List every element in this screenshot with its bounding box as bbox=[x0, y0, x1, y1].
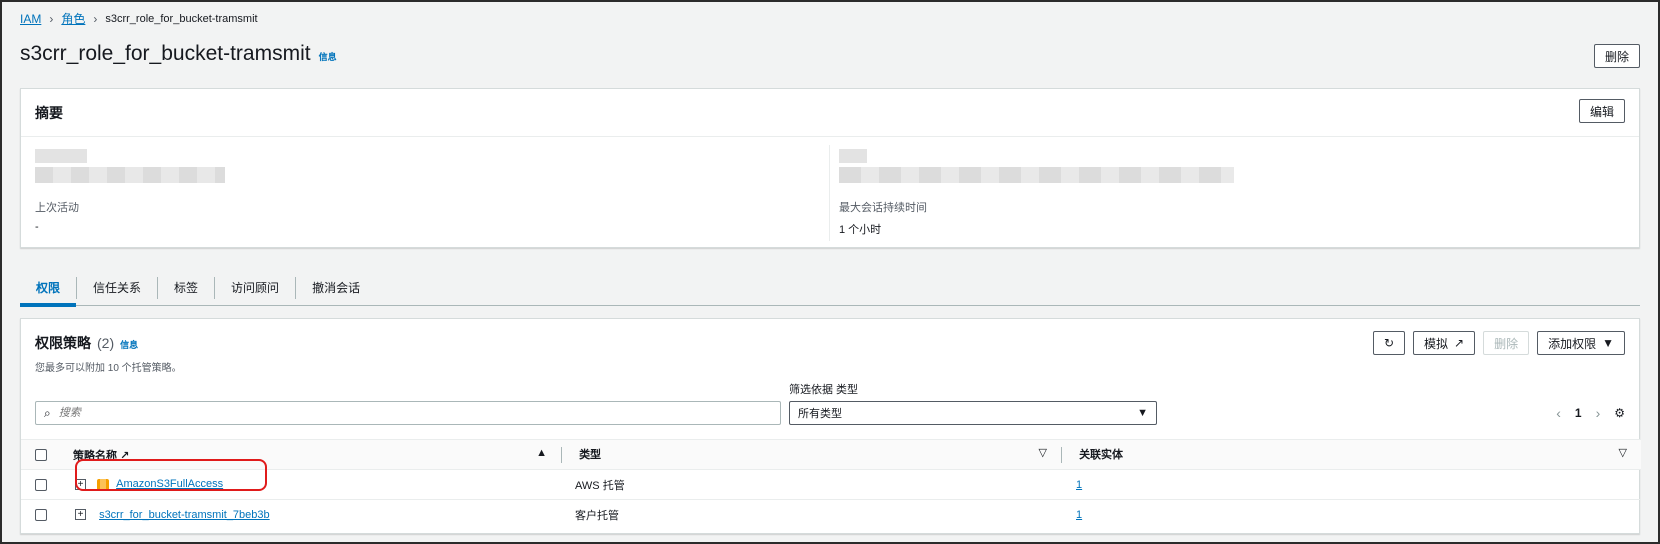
page-title: s3crr_role_for_bucket-tramsmit bbox=[20, 42, 311, 65]
external-link-icon: ↗ bbox=[1454, 336, 1465, 350]
chevron-right-icon[interactable]: › bbox=[1596, 405, 1601, 421]
tab-revoke-sessions[interactable]: 撤消会话 bbox=[295, 276, 376, 299]
sort-ascending-icon[interactable]: ▲ bbox=[536, 447, 547, 459]
search-icon: ⌕ bbox=[44, 405, 51, 420]
chevron-left-icon[interactable]: ‹ bbox=[1556, 405, 1561, 421]
summary-panel: 摘要 编辑 上次活动 - 最大会话持续时间 1 个小时 bbox=[20, 88, 1640, 248]
breadcrumb: IAM › 角色 › s3crr_role_for_bucket-tramsmi… bbox=[20, 10, 258, 27]
column-type[interactable]: 类型 bbox=[579, 449, 601, 461]
pagination: ‹ 1 › ⚙ bbox=[1556, 405, 1625, 421]
redacted-value bbox=[35, 167, 225, 183]
row-checkbox[interactable] bbox=[35, 508, 47, 521]
chevron-right-icon: › bbox=[93, 11, 98, 26]
attached-entities-link[interactable]: 1 bbox=[1076, 509, 1082, 521]
delete-role-button[interactable]: 删除 bbox=[1593, 44, 1640, 68]
expand-icon[interactable]: + bbox=[75, 479, 86, 491]
table-header-row: 策略名称 ↗ ▲ 类型 ▽ 关联实体 ▽ bbox=[21, 439, 1641, 470]
tab-access-advisor[interactable]: 访问顾问 bbox=[214, 276, 295, 299]
add-permissions-button[interactable]: 添加权限 ▼ bbox=[1537, 331, 1625, 355]
redacted-value bbox=[839, 167, 1234, 183]
table-row: + AmazonS3FullAccess AWS 托管 1 bbox=[21, 469, 1641, 500]
edit-button[interactable]: 编辑 bbox=[1578, 99, 1625, 123]
caret-down-icon: ▼ bbox=[1137, 407, 1148, 419]
max-session-label: 最大会话持续时间 bbox=[839, 202, 927, 214]
policies-table: 策略名称 ↗ ▲ 类型 ▽ 关联实体 ▽ + AmazonS3FullAcces… bbox=[21, 439, 1641, 530]
chevron-right-icon: › bbox=[49, 11, 54, 26]
column-policy-name[interactable]: 策略名称 bbox=[73, 450, 117, 462]
expand-icon[interactable]: + bbox=[75, 509, 86, 521]
tab-bar: 权限 信任关系 标签 访问顾问 撤消会话 bbox=[20, 270, 1640, 307]
tab-permissions[interactable]: 权限 bbox=[20, 277, 77, 307]
last-activity-field: 上次活动 - bbox=[35, 199, 79, 233]
policy-type: AWS 托管 bbox=[575, 479, 625, 492]
policy-type: 客户托管 bbox=[575, 509, 619, 522]
sort-icon[interactable]: ▽ bbox=[1619, 446, 1627, 459]
redacted-label bbox=[35, 149, 87, 163]
last-activity-label: 上次活动 bbox=[35, 202, 79, 214]
caret-down-icon: ▼ bbox=[1602, 336, 1614, 350]
external-link-icon: ↗ bbox=[120, 449, 130, 462]
policy-name-link[interactable]: s3crr_for_bucket-tramsmit_7beb3b bbox=[99, 509, 270, 521]
policies-count: (2) bbox=[97, 335, 115, 351]
policies-title: 权限策略 bbox=[35, 335, 91, 351]
search-input[interactable] bbox=[56, 406, 657, 420]
column-divider bbox=[829, 145, 830, 241]
policies-header: 权限策略 (2) 信息 bbox=[35, 333, 138, 353]
refresh-button[interactable]: ↻ bbox=[1372, 331, 1405, 355]
delete-policy-button[interactable]: 删除 bbox=[1483, 331, 1530, 355]
row-checkbox[interactable] bbox=[35, 478, 47, 491]
info-link[interactable]: 信息 bbox=[120, 338, 138, 351]
breadcrumb-iam[interactable]: IAM bbox=[20, 12, 41, 26]
refresh-icon: ↻ bbox=[1383, 336, 1394, 350]
max-session-value: 1 个小时 bbox=[839, 224, 882, 236]
last-activity-value: - bbox=[35, 221, 39, 233]
gear-icon[interactable]: ⚙ bbox=[1614, 406, 1625, 420]
summary-title: 摘要 bbox=[35, 105, 63, 121]
search-field[interactable]: ⌕ bbox=[35, 401, 781, 425]
breadcrumb-current: s3crr_role_for_bucket-tramsmit bbox=[105, 12, 258, 25]
simulate-button[interactable]: 模拟 ↗ bbox=[1413, 331, 1476, 355]
column-divider bbox=[561, 447, 562, 464]
add-permissions-label: 添加权限 bbox=[1548, 336, 1597, 351]
policies-toolbar: ↻ 模拟 ↗ 删除 添加权限 ▼ bbox=[1372, 331, 1625, 355]
filter-label: 筛选依据 类型 bbox=[789, 384, 859, 396]
summary-header: 摘要 编辑 bbox=[21, 89, 1639, 137]
tab-trust-relationships[interactable]: 信任关系 bbox=[76, 276, 157, 299]
select-all-checkbox[interactable] bbox=[35, 448, 47, 461]
simulate-label: 模拟 bbox=[1424, 336, 1449, 351]
type-filter-value: 所有类型 bbox=[798, 408, 842, 420]
attached-entities-link[interactable]: 1 bbox=[1076, 479, 1082, 491]
policy-name-link[interactable]: AmazonS3FullAccess bbox=[116, 478, 223, 490]
table-row: + s3crr_for_bucket-tramsmit_7beb3b 客户托管 … bbox=[21, 499, 1641, 530]
tab-tags[interactable]: 标签 bbox=[157, 276, 214, 299]
max-session-field: 最大会话持续时间 1 个小时 bbox=[839, 199, 927, 237]
sort-icon[interactable]: ▽ bbox=[1039, 446, 1047, 459]
permissions-policies-panel: 权限策略 (2) 信息 您最多可以附加 10 个托管策略。 ↻ 模拟 ↗ 删除 … bbox=[20, 318, 1641, 534]
aws-managed-icon bbox=[97, 478, 110, 491]
type-filter-select[interactable]: 所有类型 ▼ bbox=[789, 401, 1157, 425]
breadcrumb-roles[interactable]: 角色 bbox=[61, 10, 85, 27]
current-page[interactable]: 1 bbox=[1575, 406, 1582, 420]
info-link[interactable]: 信息 bbox=[319, 50, 337, 63]
redacted-label bbox=[839, 149, 867, 163]
page-header: s3crr_role_for_bucket-tramsmit 信息 bbox=[20, 42, 337, 66]
policies-description: 您最多可以附加 10 个托管策略。 bbox=[35, 363, 182, 374]
column-entities[interactable]: 关联实体 bbox=[1079, 449, 1123, 461]
column-divider bbox=[1061, 447, 1062, 464]
